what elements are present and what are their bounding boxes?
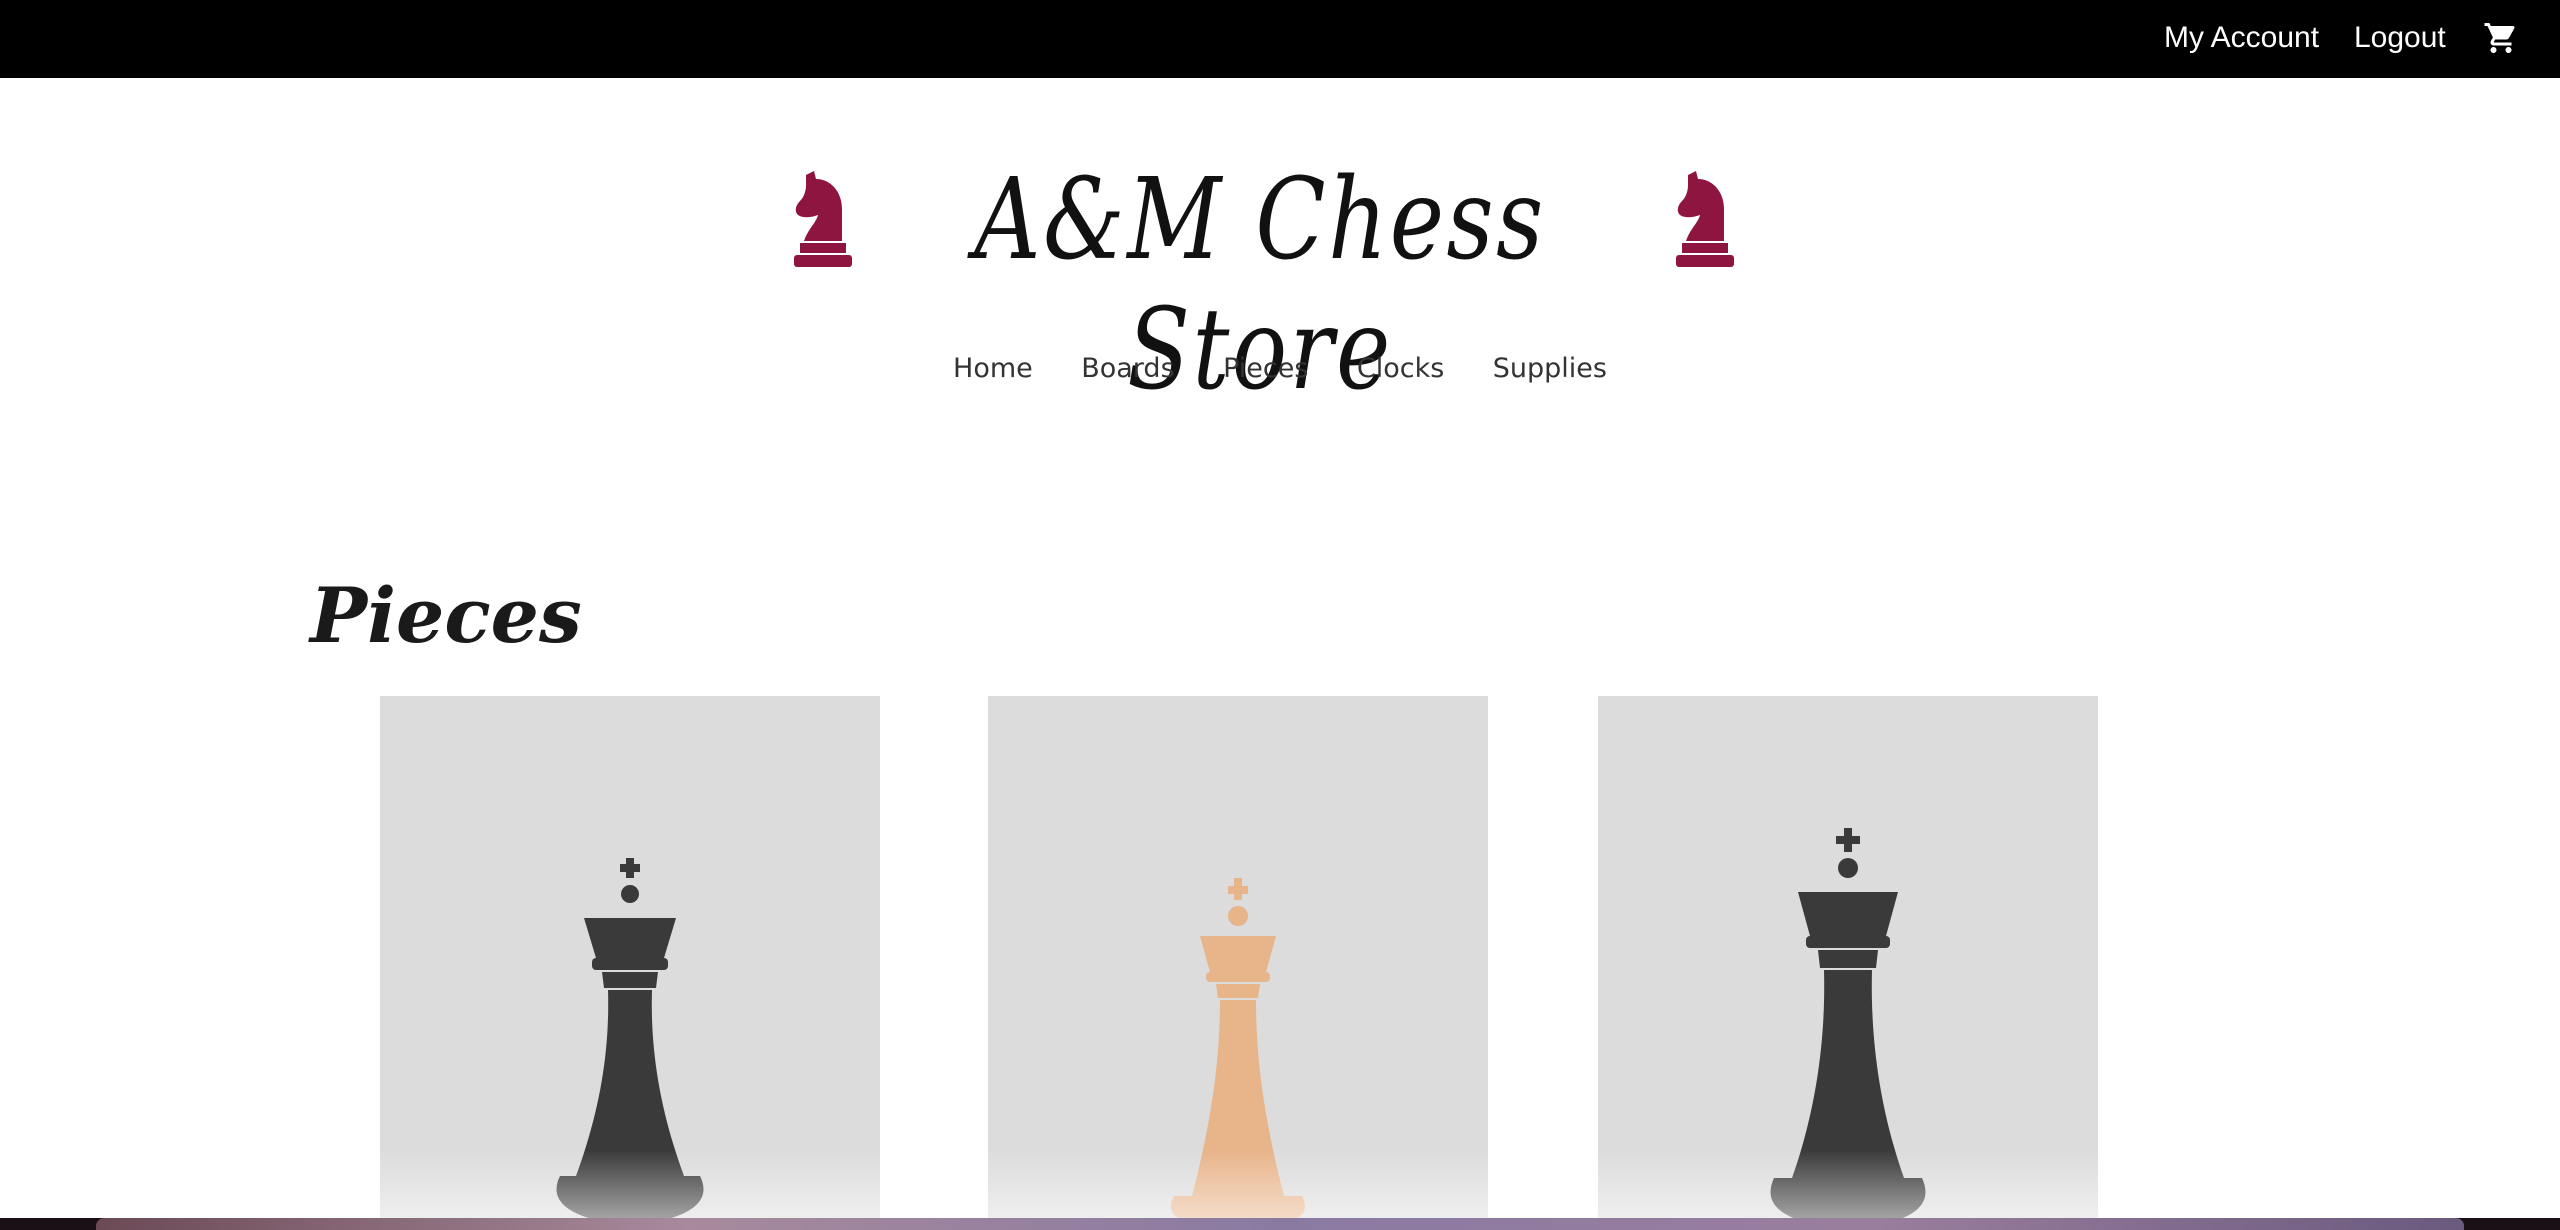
dock-bar[interactable] [96, 1218, 2464, 1230]
main-nav: Home Boards Pieces Clocks Supplies [0, 349, 2560, 389]
nav-item-clocks[interactable]: Clocks [1357, 349, 1444, 389]
store-logo[interactable]: A&M Chess Store [0, 155, 2560, 415]
chess-knight-icon [786, 169, 852, 269]
os-dock [0, 1218, 2560, 1230]
shopping-cart-icon[interactable] [2482, 20, 2520, 56]
bottom-shadow [0, 1150, 2560, 1220]
nav-item-supplies[interactable]: Supplies [1493, 349, 1607, 389]
logout-link[interactable]: Logout [2354, 18, 2446, 58]
chess-knight-icon [1668, 169, 1734, 269]
my-account-link[interactable]: My Account [2164, 18, 2319, 58]
page-title: Pieces [310, 570, 582, 660]
nav-item-pieces[interactable]: Pieces [1223, 349, 1308, 389]
top-bar: My Account Logout [0, 0, 2560, 78]
nav-item-home[interactable]: Home [953, 349, 1033, 389]
nav-item-boards[interactable]: Boards [1081, 349, 1174, 389]
